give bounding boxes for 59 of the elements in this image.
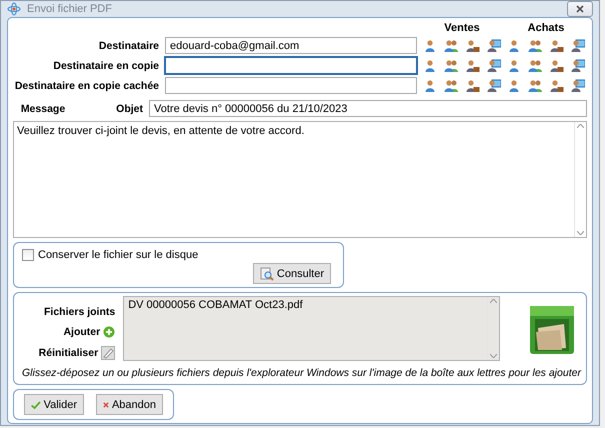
- person-card-icon[interactable]: [486, 78, 501, 92]
- scrollbar[interactable]: [574, 122, 586, 237]
- consult-button[interactable]: Consulter: [252, 263, 331, 284]
- message-textarea[interactable]: Veuillez trouver ci-joint le devis, en attente de votre accord.: [13, 121, 587, 238]
- person-briefcase-icon[interactable]: [550, 38, 564, 52]
- person-icon[interactable]: [507, 38, 521, 52]
- people-icon[interactable]: [528, 58, 542, 72]
- subject-field[interactable]: Votre devis n° 00000056 du 21/10/2023: [149, 100, 587, 117]
- field-label: Destinataire: [98, 40, 159, 52]
- subject-label: Objet: [115, 102, 143, 114]
- person-icon[interactable]: [423, 38, 437, 52]
- person-icon[interactable]: [423, 78, 437, 92]
- magnifier-icon: [260, 266, 274, 280]
- people-icon[interactable]: [528, 38, 542, 52]
- people-icon[interactable]: [444, 58, 458, 72]
- person-card-icon[interactable]: [486, 58, 501, 72]
- validate-button[interactable]: Valider: [24, 394, 84, 415]
- person-card-icon[interactable]: [570, 38, 585, 52]
- email-field[interactable]: [165, 77, 417, 94]
- close-icon: [576, 5, 584, 13]
- person-briefcase-icon[interactable]: [466, 58, 480, 72]
- file-item[interactable]: DV 00000056 COBAMAT Oct23.pdf: [128, 299, 483, 311]
- email-field[interactable]: edouard-coba@gmail.com: [165, 37, 417, 54]
- message-label: Message: [20, 102, 66, 114]
- people-icon[interactable]: [444, 38, 458, 52]
- person-card-icon[interactable]: [570, 58, 585, 72]
- eraser-icon[interactable]: [101, 346, 116, 360]
- field-label: Destinataire en copie: [52, 60, 159, 72]
- reset-label: Réinitialiser: [38, 347, 98, 359]
- message-text: Veuillez trouver ci-joint le devis, en attente de votre accord.: [16, 124, 306, 139]
- scroll-down-icon[interactable]: [577, 231, 584, 235]
- scroll-down-icon[interactable]: [490, 354, 497, 358]
- group-heading: Ventes: [443, 22, 481, 34]
- scrollbar[interactable]: [487, 297, 499, 360]
- attachments-label: Fichiers joints: [44, 306, 116, 318]
- person-card-icon[interactable]: [570, 78, 585, 92]
- file-list[interactable]: DV 00000056 COBAMAT Oct23.pdf: [123, 296, 500, 361]
- person-briefcase-icon[interactable]: [466, 38, 480, 52]
- add-label: Ajouter: [63, 326, 100, 338]
- people-icon[interactable]: [528, 78, 542, 92]
- person-icon[interactable]: [423, 58, 437, 72]
- person-briefcase-icon[interactable]: [466, 78, 480, 92]
- close-button[interactable]: [567, 1, 593, 17]
- field-label: Destinataire en copie cachée: [14, 80, 159, 92]
- email-field[interactable]: [165, 57, 417, 74]
- cancel-button[interactable]: Abandon: [96, 394, 163, 415]
- keep-file-checkbox[interactable]: Conserver le fichier sur le disque: [22, 249, 335, 261]
- person-card-icon[interactable]: [486, 38, 501, 52]
- scroll-up-icon[interactable]: [577, 124, 584, 128]
- window-title: Envoi fichier PDF: [27, 3, 113, 15]
- group-heading: Achats: [526, 22, 566, 34]
- person-icon[interactable]: [507, 58, 521, 72]
- person-briefcase-icon[interactable]: [550, 78, 564, 92]
- plus-icon[interactable]: [103, 326, 116, 338]
- person-icon[interactable]: [507, 78, 521, 92]
- people-icon[interactable]: [444, 78, 458, 92]
- scroll-up-icon[interactable]: [490, 299, 497, 303]
- person-briefcase-icon[interactable]: [550, 58, 564, 72]
- atom-icon: [7, 2, 21, 16]
